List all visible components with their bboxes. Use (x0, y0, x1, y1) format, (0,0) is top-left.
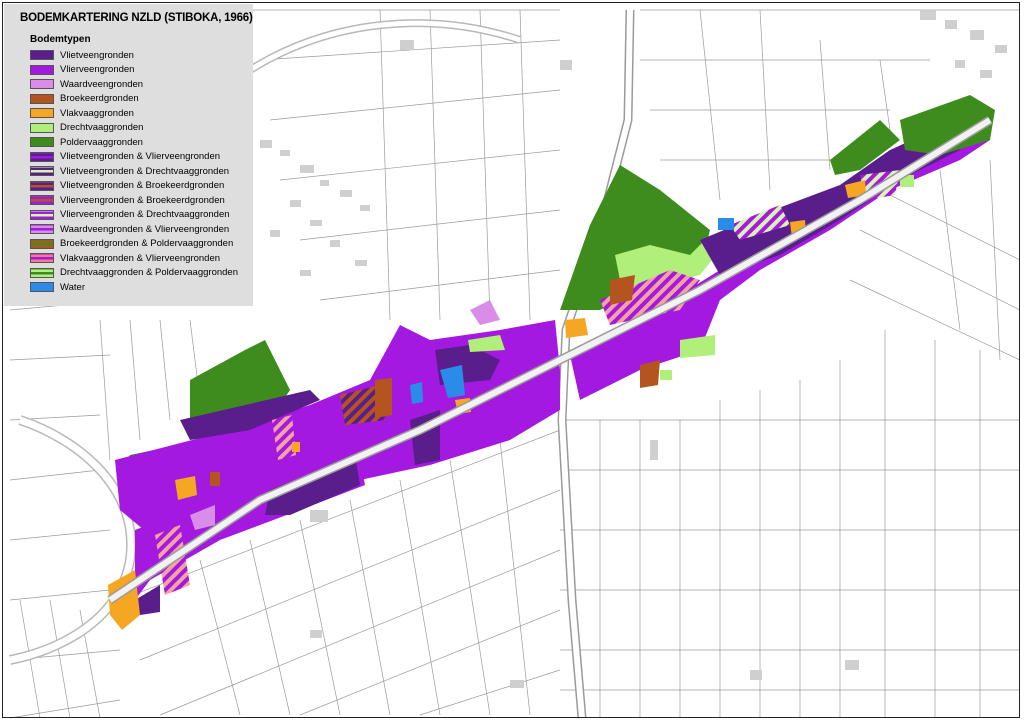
legend-swatch (30, 166, 54, 177)
legend-swatch (30, 282, 54, 293)
legend-item: Vlietveengronden & Vlierveengronden (30, 150, 247, 165)
legend-swatch (30, 93, 54, 104)
legend-item-label: Waardveengronden & Vlierveengronden (60, 223, 230, 235)
legend-item-label: Vlietveengronden & Drechtvaaggronden (60, 165, 230, 177)
legend: BODEMKARTERING NZLD (STIBOKA, 1966) Bode… (4, 4, 253, 306)
legend-item-label: Vlakvaaggronden & Vlierveengronden (60, 252, 221, 264)
legend-swatch (30, 64, 54, 75)
legend-item: Vlietveengronden & Broekeerdgronden (30, 179, 247, 194)
legend-item: Vlierveengronden & Drechtvaaggronden (30, 208, 247, 223)
legend-item-label: Vlierveengronden & Broekeerdgronden (60, 194, 225, 206)
legend-swatch (30, 238, 54, 249)
legend-item: Vlietveengronden & Drechtvaaggronden (30, 164, 247, 179)
legend-item-label: Drechtvaaggronden (60, 122, 144, 134)
legend-swatch (30, 50, 54, 61)
legend-item: Broekeerdgronden (30, 92, 247, 107)
legend-swatch (30, 79, 54, 90)
legend-swatch (30, 253, 54, 264)
legend-item-label: Vlierveengronden & Drechtvaaggronden (60, 209, 230, 221)
legend-item-label: Vlakvaaggronden (60, 107, 134, 119)
legend-item-label: Vlietveengronden (60, 49, 134, 61)
legend-swatch (30, 180, 54, 191)
legend-items: Vlietveengronden Vlierveengronden Waardvee… (12, 48, 247, 295)
legend-item-label: Drechtvaaggronden & Poldervaaggronden (60, 267, 238, 279)
legend-item-label: Vlietveengronden & Vlierveengronden (60, 151, 221, 163)
legend-swatch (30, 151, 54, 162)
legend-item: Poldervaaggronden (30, 135, 247, 150)
legend-swatch (30, 267, 54, 278)
legend-item-label: Vlietveengronden & Broekeerdgronden (60, 180, 225, 192)
legend-item: Vlierveengronden & Broekeerdgronden (30, 193, 247, 208)
legend-item-label: Water (60, 281, 85, 293)
legend-item: Vlietveengronden (30, 48, 247, 63)
legend-swatch (30, 209, 54, 220)
legend-item: Vlierveengronden (30, 63, 247, 78)
legend-item: Waardveengronden (30, 77, 247, 92)
legend-item: Vlakvaaggronden & Vlierveengronden (30, 251, 247, 266)
legend-swatch (30, 108, 54, 119)
legend-item: Water (30, 280, 247, 295)
legend-swatch (30, 137, 54, 148)
legend-swatch (30, 224, 54, 235)
legend-item-label: Waardveengronden (60, 78, 144, 90)
legend-swatch (30, 122, 54, 133)
legend-item: Waardveengronden & Vlierveengronden (30, 222, 247, 237)
legend-title: BODEMKARTERING NZLD (STIBOKA, 1966) (20, 12, 253, 24)
legend-item-label: Broekeerdgronden (60, 93, 139, 105)
legend-swatch (30, 195, 54, 206)
legend-item: Broekeerdgronden & Poldervaaggronden (30, 237, 247, 252)
legend-item-label: Vlierveengronden (60, 64, 135, 76)
legend-item: Vlakvaaggronden (30, 106, 247, 121)
legend-item-label: Poldervaaggronden (60, 136, 143, 148)
legend-item-label: Broekeerdgronden & Poldervaaggronden (60, 238, 234, 250)
legend-item: Drechtvaaggronden & Poldervaaggronden (30, 266, 247, 281)
legend-subtitle: Bodemtypen (30, 34, 91, 45)
legend-item: Drechtvaaggronden (30, 121, 247, 136)
